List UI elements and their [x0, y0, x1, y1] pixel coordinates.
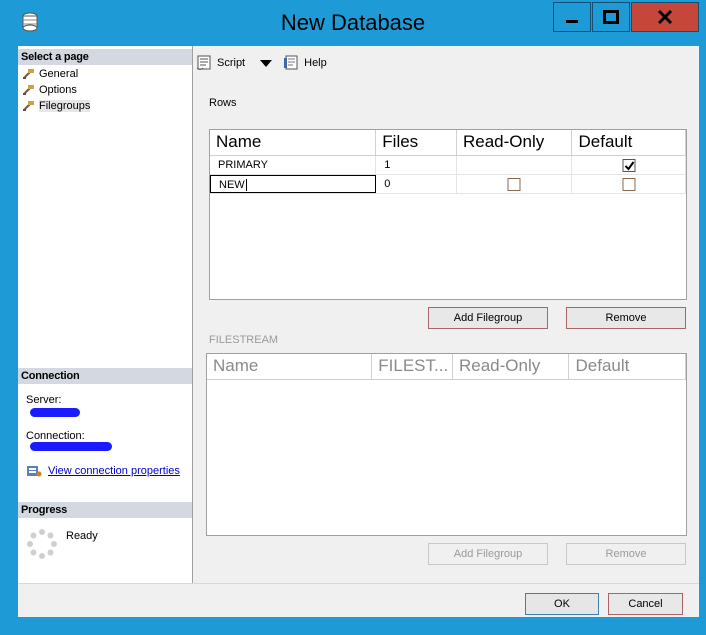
- nav-item-general[interactable]: General: [22, 66, 78, 81]
- help-icon: [284, 55, 298, 70]
- maximize-icon: [603, 10, 619, 24]
- script-icon: [196, 55, 211, 70]
- column-header-name[interactable]: Name: [210, 130, 377, 155]
- column-header-read-only[interactable]: Read-Only: [453, 354, 570, 379]
- close-button[interactable]: [631, 2, 699, 32]
- cancel-button[interactable]: Cancel: [608, 593, 683, 615]
- dialog-footer: OK Cancel: [18, 583, 699, 617]
- close-icon: [657, 9, 673, 25]
- filestream-grid[interactable]: Name FILEST... Read-Only Default: [206, 353, 687, 536]
- properties-icon: [27, 466, 42, 477]
- rows-label: Rows: [209, 97, 237, 109]
- nav-item-options[interactable]: Options: [22, 82, 77, 97]
- column-header-default[interactable]: Default: [569, 354, 686, 379]
- view-connection-properties-link[interactable]: View connection properties: [26, 464, 180, 478]
- minimize-button[interactable]: [553, 2, 591, 32]
- cell-files: 0: [376, 175, 457, 193]
- text-caret: [245, 179, 247, 191]
- new-database-window: New Database Select a page General Optio…: [0, 0, 706, 635]
- default-checkbox[interactable]: [622, 159, 636, 172]
- table-row[interactable]: PRIMARY 1: [210, 156, 686, 175]
- connection-label: Connection:: [26, 430, 85, 442]
- ok-button[interactable]: OK: [525, 593, 599, 615]
- column-header-read-only[interactable]: Read-Only: [457, 130, 573, 155]
- toolbar: Script Help: [196, 50, 696, 76]
- script-button[interactable]: Script: [196, 55, 245, 71]
- cell-files: 1: [376, 156, 457, 174]
- rows-grid-header: Name Files Read-Only Default: [210, 130, 686, 156]
- column-header-filestream[interactable]: FILEST...: [372, 354, 453, 379]
- progress-spinner-icon: [27, 529, 57, 559]
- progress-status: Ready: [66, 530, 98, 542]
- table-row[interactable]: NEW 0: [210, 175, 686, 194]
- cell-read-only: [457, 156, 573, 174]
- maximize-button[interactable]: [592, 2, 630, 32]
- script-dropdown-chevron-icon[interactable]: [259, 58, 273, 68]
- column-header-default[interactable]: Default: [572, 130, 686, 155]
- select-page-header: Select a page: [18, 49, 192, 65]
- cell-default[interactable]: [572, 175, 686, 193]
- nav-item-filegroups[interactable]: Filegroups: [22, 98, 91, 113]
- progress-header: Progress: [18, 502, 192, 518]
- rows-grid[interactable]: Name Files Read-Only Default PRIMARY 1 N…: [209, 129, 687, 300]
- cell-name[interactable]: PRIMARY: [210, 156, 377, 174]
- page-icon: [23, 84, 34, 95]
- read-only-checkbox[interactable]: [507, 178, 521, 191]
- filestream-remove-button[interactable]: Remove: [566, 543, 686, 565]
- filestream-add-filegroup-button[interactable]: Add Filegroup: [428, 543, 548, 565]
- server-value-redacted: [30, 408, 80, 417]
- column-header-name[interactable]: Name: [207, 354, 373, 379]
- page-icon: [23, 100, 34, 111]
- cell-read-only[interactable]: [457, 175, 573, 193]
- remove-filegroup-button[interactable]: Remove: [566, 307, 686, 329]
- title-bar[interactable]: New Database: [0, 0, 706, 46]
- cell-default[interactable]: [572, 156, 686, 174]
- column-header-files[interactable]: Files: [376, 130, 457, 155]
- filestream-label: FILESTREAM: [209, 334, 279, 346]
- page-icon: [23, 68, 34, 79]
- connection-value-redacted: [30, 442, 112, 451]
- minimize-icon: [566, 20, 578, 23]
- add-filegroup-button[interactable]: Add Filegroup: [428, 307, 548, 329]
- cell-name-editing[interactable]: NEW: [210, 175, 377, 193]
- dialog-client: Select a page General Options Filegroups…: [18, 46, 699, 617]
- filestream-grid-header: Name FILEST... Read-Only Default: [207, 354, 686, 380]
- server-label: Server:: [26, 394, 62, 406]
- connection-header: Connection: [18, 368, 192, 384]
- help-button[interactable]: Help: [283, 55, 327, 71]
- left-pane: Select a page General Options Filegroups…: [18, 46, 193, 583]
- default-checkbox[interactable]: [622, 178, 636, 191]
- checkmark-icon: [624, 161, 635, 171]
